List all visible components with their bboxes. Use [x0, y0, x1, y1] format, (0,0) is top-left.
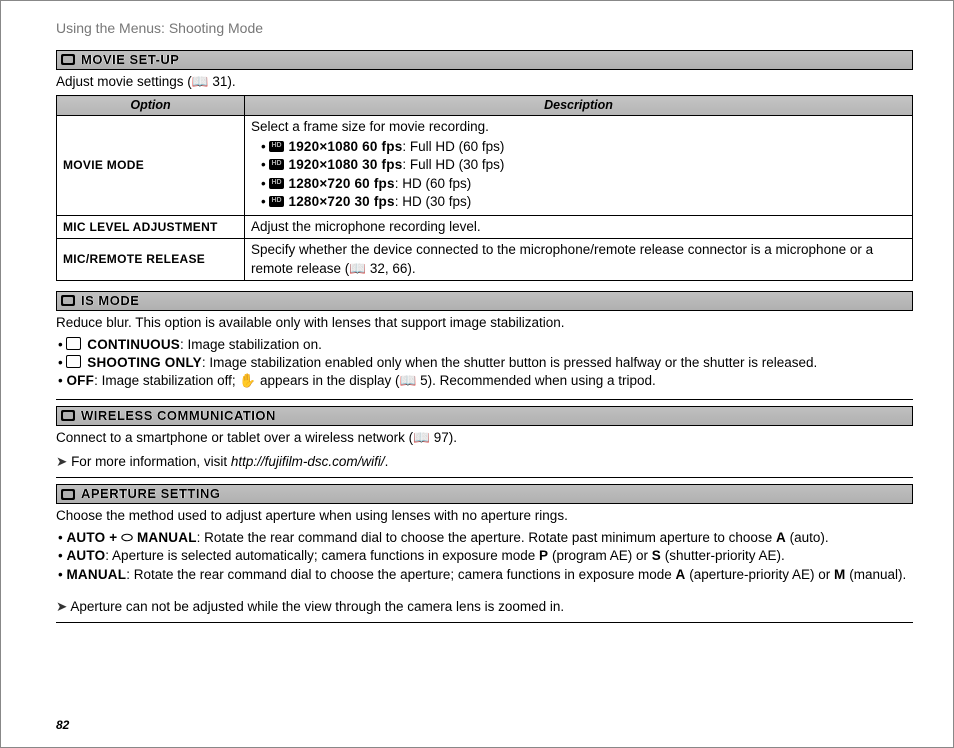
is-icon — [61, 295, 75, 306]
row-desc-mic-remote: Specify whether the device connected to … — [245, 239, 913, 280]
section-title: IS MODE — [81, 292, 139, 310]
is-sub-icon — [66, 337, 81, 350]
row-label-movie-mode: MOVIE MODE — [57, 115, 245, 215]
section-subtext: Connect to a smartphone or tablet over a… — [56, 429, 913, 447]
aperture-icon — [61, 489, 75, 500]
hd-icon — [269, 159, 284, 170]
section-bar-is-mode: IS MODE — [56, 291, 913, 311]
section-title: WIRELESS COMMUNICATION — [81, 407, 276, 425]
row-label-mic-remote: MIC/REMOTE RELEASE — [57, 239, 245, 280]
section-bar-aperture: APERTURE SETTING — [56, 484, 913, 504]
movie-setup-table: Option Description MOVIE MODE Select a f… — [56, 95, 913, 281]
is-sub-icon — [66, 355, 81, 368]
wireless-icon — [61, 410, 75, 421]
note-line: For more information, visit http://fujif… — [56, 453, 913, 478]
manual-page: Using the Menus: Shooting Mode MOVIE SET… — [0, 0, 954, 748]
note-line: Aperture can not be adjusted while the v… — [56, 598, 913, 623]
hd-icon — [269, 196, 284, 207]
section-subtext: Choose the method used to adjust apertur… — [56, 507, 913, 525]
hd-icon — [269, 178, 284, 189]
section-title: MOVIE SET-UP — [81, 51, 179, 69]
section-subtext: Reduce blur. This option is available on… — [56, 314, 913, 332]
th-description: Description — [245, 96, 913, 116]
row-desc-movie-mode: Select a frame size for movie recording.… — [245, 115, 913, 215]
row-desc-mic-level: Adjust the microphone recording level. — [245, 216, 913, 239]
section-bar-wireless: WIRELESS COMMUNICATION — [56, 406, 913, 426]
row-label-mic-level: MIC LEVEL ADJUSTMENT — [57, 216, 245, 239]
movie-icon — [61, 54, 75, 65]
page-number: 82 — [56, 717, 69, 733]
th-option: Option — [57, 96, 245, 116]
section-bar-movie-setup: MOVIE SET-UP — [56, 50, 913, 70]
section-title: APERTURE SETTING — [81, 485, 220, 503]
hd-icon — [269, 141, 284, 152]
section-subtext: Adjust movie settings (📖 31). — [56, 73, 913, 91]
page-header: Using the Menus: Shooting Mode — [56, 19, 913, 38]
